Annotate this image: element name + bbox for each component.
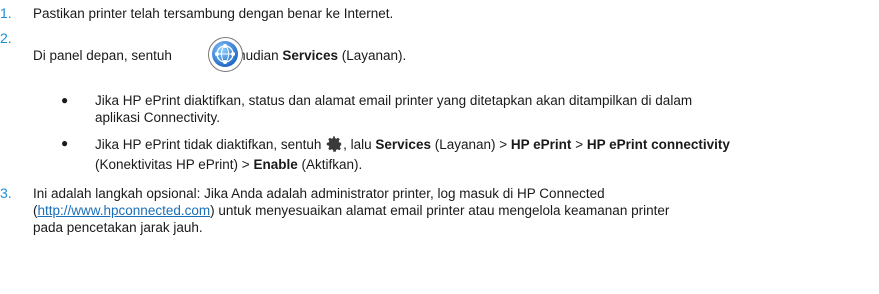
bullet-2-mid: , lalu (343, 137, 376, 152)
bullet-2-marker: ● (61, 136, 69, 150)
gear-icon (326, 136, 342, 152)
hpconnected-link[interactable]: http://www.hpconnected.com (38, 203, 211, 218)
bullet-2-layanan: (Layanan) > (430, 137, 511, 152)
bullet-2-pre: Jika HP ePrint tidak diaktifkan, sentuh (95, 137, 326, 152)
bullet-2-gt: > (571, 137, 587, 152)
step-3-line-1: Ini adalah langkah opsional: Jika Anda a… (33, 186, 605, 201)
step-2-pre: Di panel depan, sentuh (33, 48, 176, 63)
bullet-2-line-1: Jika HP ePrint tidak diaktifkan, sentuh … (95, 135, 730, 153)
bullet-2-line-2: (Konektivitas HP ePrint) > Enable (Aktif… (95, 156, 362, 173)
bullet-2-eprint: HP ePrint (510, 137, 572, 152)
bullet-2-services: Services (375, 137, 431, 152)
bullet-1-line-2: aplikasi Connectivity. (95, 110, 221, 125)
step-2-services: Services (282, 48, 338, 63)
step-number-1: 1. (0, 5, 12, 21)
step-3-line-3: pada pencetakan jarak jauh. (33, 220, 203, 235)
bullet-1-marker: ● (61, 93, 69, 107)
bullet-2-line-2-post: (Aktifkan). (297, 157, 363, 172)
bullet-2-line-2-pre: (Konektivitas HP ePrint) > (95, 157, 254, 172)
step-number-2: 2. (0, 30, 12, 46)
step-3-line-2: (http://www.hpconnected.com) untuk menye… (33, 202, 669, 219)
step-3-line-2-rest: ) untuk menyesuaikan alamat email printe… (210, 203, 670, 218)
step-number-3: 3. (0, 185, 12, 201)
bullet-2-connectivity: HP ePrint connectivity (586, 137, 730, 152)
bullet-1-line-1: Jika HP ePrint diaktifkan, status dan al… (95, 93, 693, 108)
step-2-post: (Layanan). (337, 48, 407, 63)
web-services-globe-icon (208, 37, 243, 72)
step-1-text: Pastikan printer telah tersambung dengan… (33, 6, 394, 21)
bullet-2-enable: Enable (253, 157, 298, 172)
